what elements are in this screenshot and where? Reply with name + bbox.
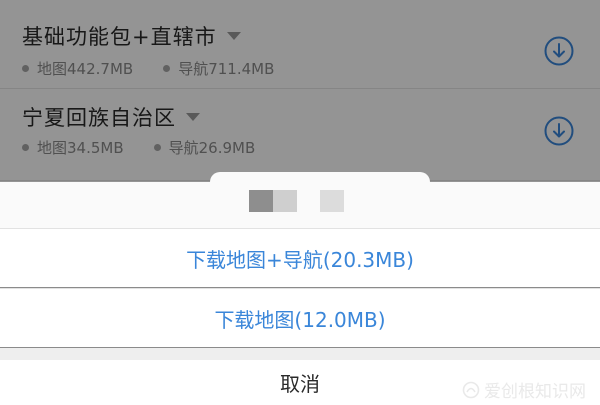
download-map-only-button[interactable]: 下载地图(12.0MB) <box>0 288 600 347</box>
watermark-text: 爱创根知识网 <box>484 382 586 402</box>
download-action-sheet: 下载地图+导航(20.3MB) 下载地图(12.0MB) 取消 <box>0 172 600 405</box>
pixelated-region <box>320 190 344 212</box>
pixelated-region <box>249 190 273 212</box>
sheet-header <box>0 182 600 228</box>
pixelated-region <box>273 190 297 212</box>
divider <box>0 348 600 360</box>
download-map-and-nav-button[interactable]: 下载地图+导航(20.3MB) <box>0 228 600 287</box>
watermark: 爱创根知识网 <box>462 377 586 402</box>
watermark-logo-icon <box>462 381 480 398</box>
